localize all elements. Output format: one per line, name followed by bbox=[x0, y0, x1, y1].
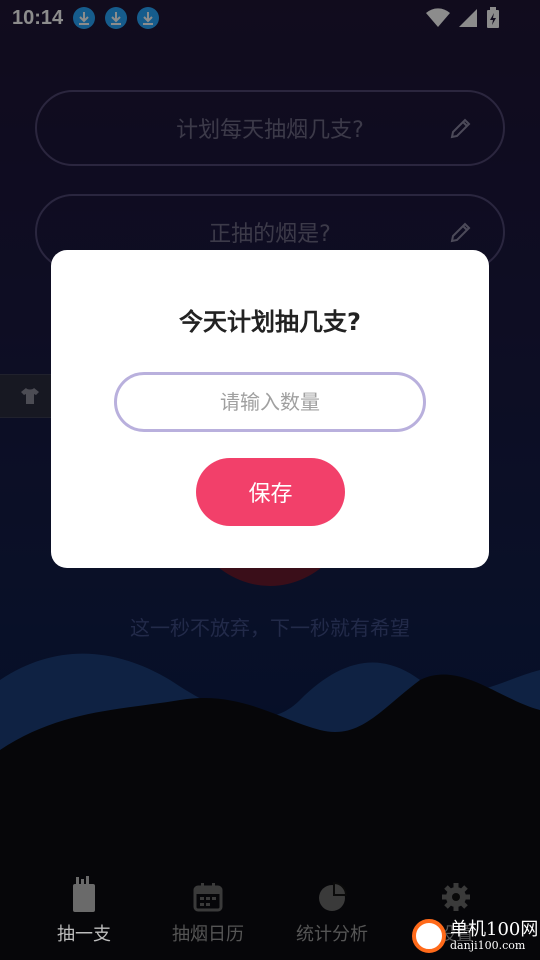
nav-label: 抽一支 bbox=[57, 924, 111, 945]
watermark: 单机100网 danji100.com bbox=[392, 912, 540, 960]
nav-item-statistics[interactable]: 统计分析 bbox=[272, 870, 392, 946]
nav-label: 统计分析 bbox=[296, 924, 368, 945]
quantity-input[interactable] bbox=[114, 372, 426, 432]
watermark-title: 单机100网 bbox=[450, 919, 539, 941]
gear-icon bbox=[396, 870, 516, 912]
calendar-icon bbox=[148, 870, 268, 912]
nav-item-calendar[interactable]: 抽烟日历 bbox=[148, 870, 268, 946]
plan-dialog: 今天计划抽几支? 保存 bbox=[51, 250, 489, 568]
nav-item-smoke[interactable]: 抽一支 bbox=[24, 870, 144, 946]
pie-chart-icon bbox=[272, 870, 392, 912]
cigarette-pack-icon bbox=[24, 870, 144, 912]
watermark-url: danji100.com bbox=[450, 938, 526, 952]
save-button[interactable]: 保存 bbox=[196, 458, 345, 526]
nav-label: 抽烟日历 bbox=[172, 924, 244, 945]
dialog-title: 今天计划抽几支? bbox=[179, 308, 361, 336]
watermark-logo-icon bbox=[412, 919, 446, 953]
